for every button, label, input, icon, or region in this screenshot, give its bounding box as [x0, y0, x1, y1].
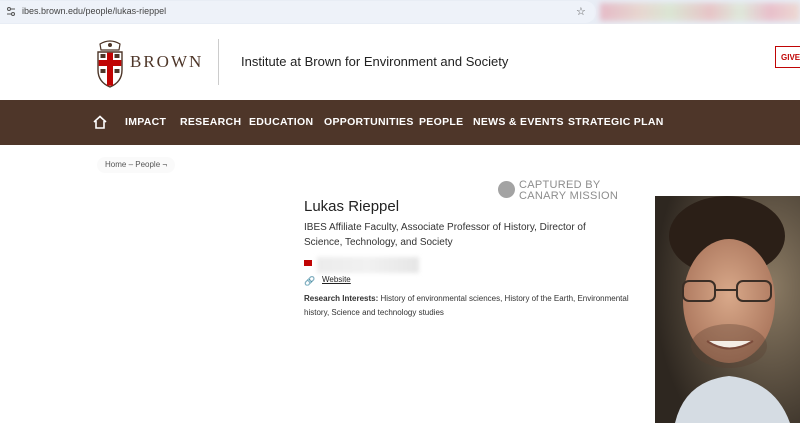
email-icon [304, 260, 312, 266]
address-bar[interactable]: ibes.brown.edu/people/lukas-rieppel ☆ [0, 1, 596, 23]
url-text[interactable]: ibes.brown.edu/people/lukas-rieppel [22, 6, 166, 16]
brown-wordmark[interactable]: BROWN [130, 52, 203, 72]
interests-label: Research Interests: [304, 294, 379, 303]
nav-research[interactable]: RESEARCH [180, 116, 241, 128]
nav-opportunities[interactable]: OPPORTUNITIES [324, 116, 414, 128]
blurred-extensions [600, 3, 800, 21]
brown-shield-logo[interactable] [95, 38, 125, 88]
bookmark-star-icon[interactable]: ☆ [576, 5, 586, 18]
header-divider [218, 39, 219, 85]
breadcrumb[interactable]: Home – People ¬ [97, 157, 176, 173]
profile-role: IBES Affiliate Faculty, Associate Profes… [304, 222, 586, 248]
browser-toolbar: ibes.brown.edu/people/lukas-rieppel ☆ [0, 0, 800, 24]
profile-photo [655, 196, 800, 423]
email-link-redacted[interactable] [317, 257, 419, 273]
canary-logo-icon [498, 181, 515, 198]
portrait-image [655, 196, 800, 423]
nav-impact[interactable]: IMPACT [125, 116, 166, 128]
site-title[interactable]: Institute at Brown for Environment and S… [241, 54, 508, 69]
nav-people[interactable]: PEOPLE [419, 116, 463, 128]
home-icon[interactable] [93, 115, 107, 129]
website-link[interactable]: Website [322, 275, 351, 284]
site-settings-icon[interactable] [6, 6, 16, 18]
profile-name: Lukas Rieppel [304, 198, 400, 215]
nav-news-events[interactable]: NEWS & EVENTS [473, 116, 564, 128]
site-header: BROWN Institute at Brown for Environment… [0, 24, 800, 100]
link-icon: 🔗 [304, 276, 316, 286]
nav-strategic-plan[interactable]: STRATEGIC PLAN [568, 116, 664, 128]
nav-education[interactable]: EDUCATION [249, 116, 313, 128]
give-button[interactable]: GIVE [775, 46, 800, 68]
research-interests: Research Interests: History of environme… [304, 292, 654, 320]
main-nav: IMPACT RESEARCH EDUCATION OPPORTUNITIES … [0, 100, 800, 145]
watermark-line-2: CANARY MISSION [519, 190, 619, 202]
